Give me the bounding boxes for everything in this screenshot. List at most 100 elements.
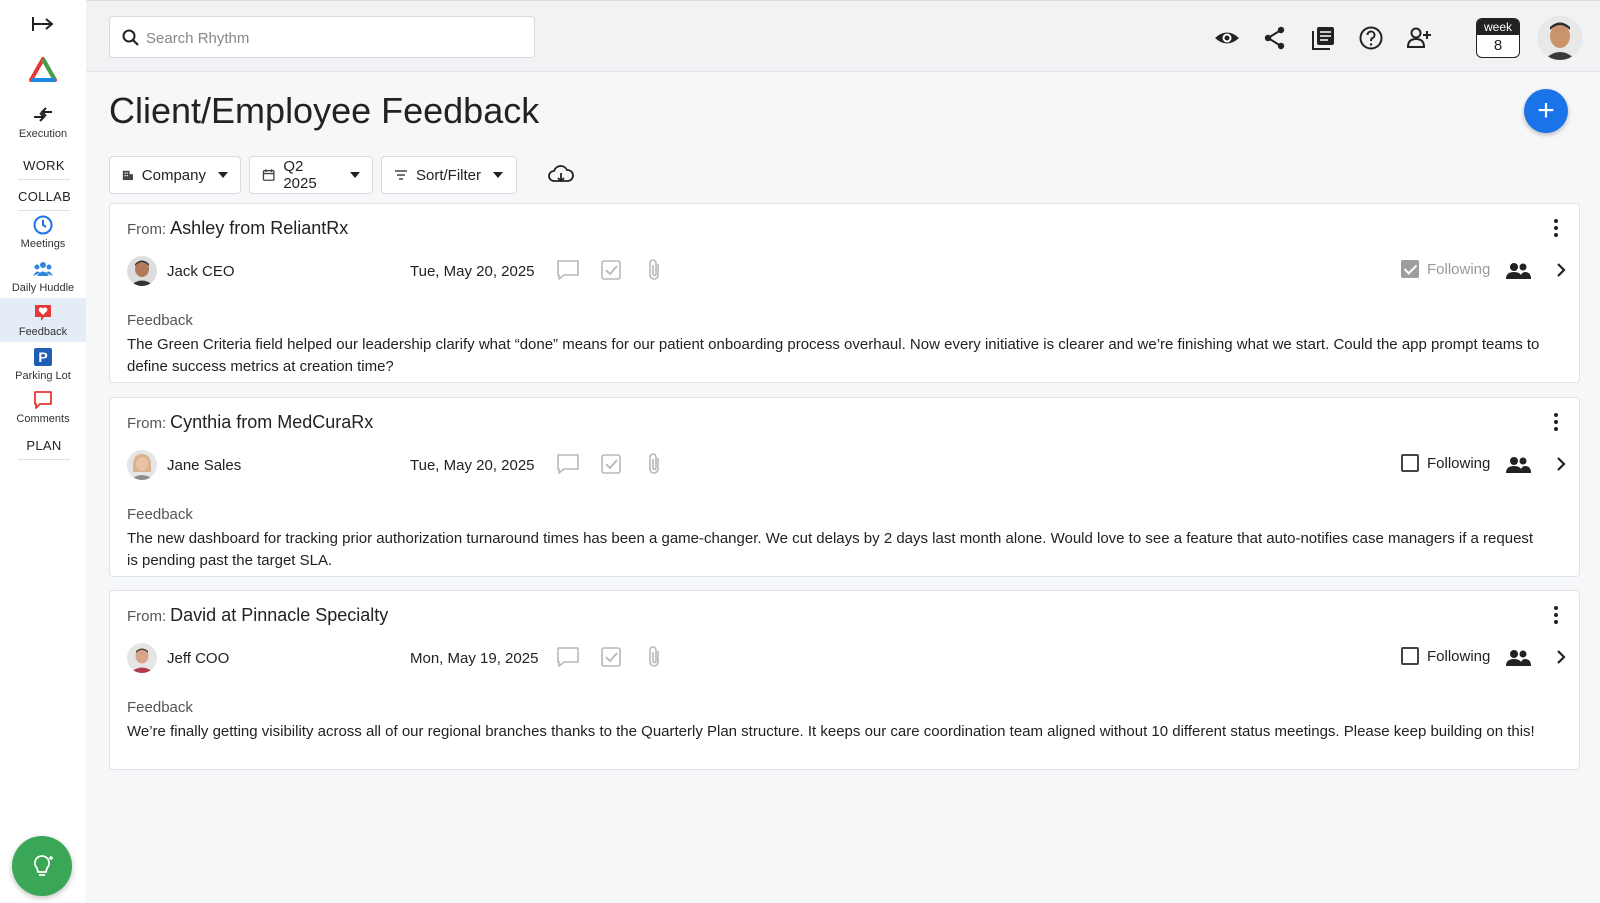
sidebar-section-work[interactable]: WORK (18, 158, 70, 180)
task-checkbox-icon[interactable] (599, 452, 623, 476)
avatar (127, 643, 157, 673)
feedback-date: Tue, May 20, 2025 (410, 263, 535, 280)
more-options-icon[interactable] (1553, 412, 1559, 432)
feedback-card[interactable]: From: Ashley from ReliantRx Jack CEO Tue,… (109, 203, 1580, 383)
company-filter-button[interactable]: Company (109, 156, 241, 194)
avatar (127, 256, 157, 286)
owner: Jack CEO (127, 256, 235, 286)
clock-icon (33, 215, 53, 235)
parking-icon: P (34, 348, 52, 366)
company-filter-label: Company (141, 166, 206, 184)
owner-name: Jack CEO (167, 262, 235, 280)
attachment-icon[interactable] (642, 452, 666, 476)
app-logo-icon[interactable] (28, 56, 58, 84)
following-label: Following (1427, 260, 1491, 278)
following-checkbox[interactable] (1401, 647, 1419, 665)
building-icon (122, 170, 133, 181)
search-input[interactable] (146, 25, 526, 51)
feedback-date: Mon, May 19, 2025 (410, 650, 539, 667)
library-icon[interactable] (1310, 25, 1336, 51)
search-box[interactable] (109, 16, 535, 58)
topbar: week 8 (86, 0, 1600, 72)
idea-bulb-button[interactable] (12, 836, 72, 896)
sidebar-section-plan[interactable]: PLAN (18, 438, 70, 460)
follow-toggle[interactable]: Following (1401, 260, 1490, 278)
from-line: From: Cynthia from MedCuraRx (127, 412, 373, 433)
cloud-download-icon[interactable] (547, 162, 575, 186)
svg-text:P: P (38, 349, 47, 365)
task-checkbox-icon[interactable] (599, 258, 623, 282)
chevron-right-icon[interactable] (1554, 260, 1568, 280)
share-icon[interactable] (1262, 25, 1288, 51)
sidebar-section-collab[interactable]: COLLAB (18, 189, 71, 211)
from-line: From: Ashley from ReliantRx (127, 218, 348, 239)
execution-arrows-icon (34, 107, 52, 122)
people-group-icon (33, 262, 53, 276)
sidebar-item-daily-huddle[interactable]: Daily Huddle (0, 258, 86, 294)
from-prefix: From: (127, 415, 167, 432)
following-label: Following (1427, 647, 1491, 665)
comment-icon[interactable] (556, 452, 580, 476)
following-checkbox[interactable] (1401, 260, 1419, 278)
chevron-right-icon[interactable] (1554, 647, 1568, 667)
sidebar-item-execution[interactable]: Execution (0, 104, 86, 140)
sidebar-item-label: Execution (18, 128, 68, 140)
sidebar-item-parking-lot[interactable]: P Parking Lot (0, 346, 86, 382)
eye-icon[interactable] (1214, 25, 1240, 51)
from-line: From: David at Pinnacle Specialty (127, 605, 388, 626)
page-title: Client/Employee Feedback (109, 90, 540, 131)
chevron-right-icon[interactable] (1554, 454, 1568, 474)
lightbulb-icon (34, 855, 53, 876)
sort-filter-label: Sort/Filter (416, 166, 482, 184)
chevron-down-icon (493, 172, 504, 178)
week-label: week (1477, 19, 1519, 35)
sidebar-item-label: Meetings (20, 238, 66, 250)
sidebar-item-label: Comments (16, 413, 70, 425)
feedback-text: The new dashboard for tracking prior aut… (127, 530, 1534, 569)
quarter-filter-label: Q2 2025 (283, 158, 317, 192)
expand-sidebar-icon[interactable] (30, 14, 56, 34)
task-checkbox-icon[interactable] (599, 645, 623, 669)
from-prefix: From: (127, 221, 167, 238)
more-options-icon[interactable] (1553, 605, 1559, 625)
following-checkbox[interactable] (1401, 454, 1419, 472)
people-icon[interactable] (1504, 454, 1532, 476)
feedback-card[interactable]: From: David at Pinnacle Specialty Jeff CO… (109, 590, 1580, 770)
attachment-icon[interactable] (642, 258, 666, 282)
feedback-text: The Green Criteria field helped our lead… (127, 336, 1540, 375)
from-name: David at Pinnacle Specialty (170, 605, 389, 625)
help-icon[interactable] (1358, 25, 1384, 51)
follow-toggle[interactable]: Following (1401, 454, 1490, 472)
feedback-card[interactable]: From: Cynthia from MedCuraRx Jane Sales T… (109, 397, 1580, 577)
search-icon (122, 29, 139, 46)
user-photo (1538, 16, 1582, 60)
comment-icon[interactable] (556, 645, 580, 669)
sidebar: Execution WORK COLLAB Meetings Daily Hud… (0, 0, 86, 903)
calendar-icon (262, 169, 275, 181)
feedback-text: We’re finally getting visibility across … (127, 723, 1535, 740)
people-icon[interactable] (1504, 260, 1532, 282)
add-user-icon[interactable] (1406, 25, 1432, 51)
chevron-down-icon (218, 172, 228, 178)
sidebar-item-comments[interactable]: Comments (0, 389, 86, 425)
sidebar-item-feedback[interactable]: Feedback (0, 298, 86, 342)
owner-name: Jane Sales (167, 456, 242, 474)
follow-toggle[interactable]: Following (1401, 647, 1490, 665)
add-feedback-button[interactable]: + (1524, 89, 1568, 133)
sort-filter-button[interactable]: Sort/Filter (381, 156, 517, 194)
user-avatar[interactable] (1538, 16, 1582, 60)
quarter-filter-button[interactable]: Q2 2025 (249, 156, 373, 194)
feedback-label: Feedback (127, 506, 193, 523)
heart-chat-icon (35, 305, 51, 321)
more-options-icon[interactable] (1553, 218, 1559, 238)
week-number: 8 (1493, 37, 1503, 54)
sidebar-item-label: Daily Huddle (11, 282, 75, 294)
comment-icon[interactable] (556, 258, 580, 282)
comment-icon (34, 391, 52, 409)
sidebar-item-label: Feedback (18, 326, 68, 338)
week-indicator[interactable]: week 8 (1476, 18, 1520, 58)
people-icon[interactable] (1504, 647, 1532, 669)
attachment-icon[interactable] (642, 645, 666, 669)
owner: Jeff COO (127, 643, 229, 673)
sidebar-item-meetings[interactable]: Meetings (0, 214, 86, 250)
